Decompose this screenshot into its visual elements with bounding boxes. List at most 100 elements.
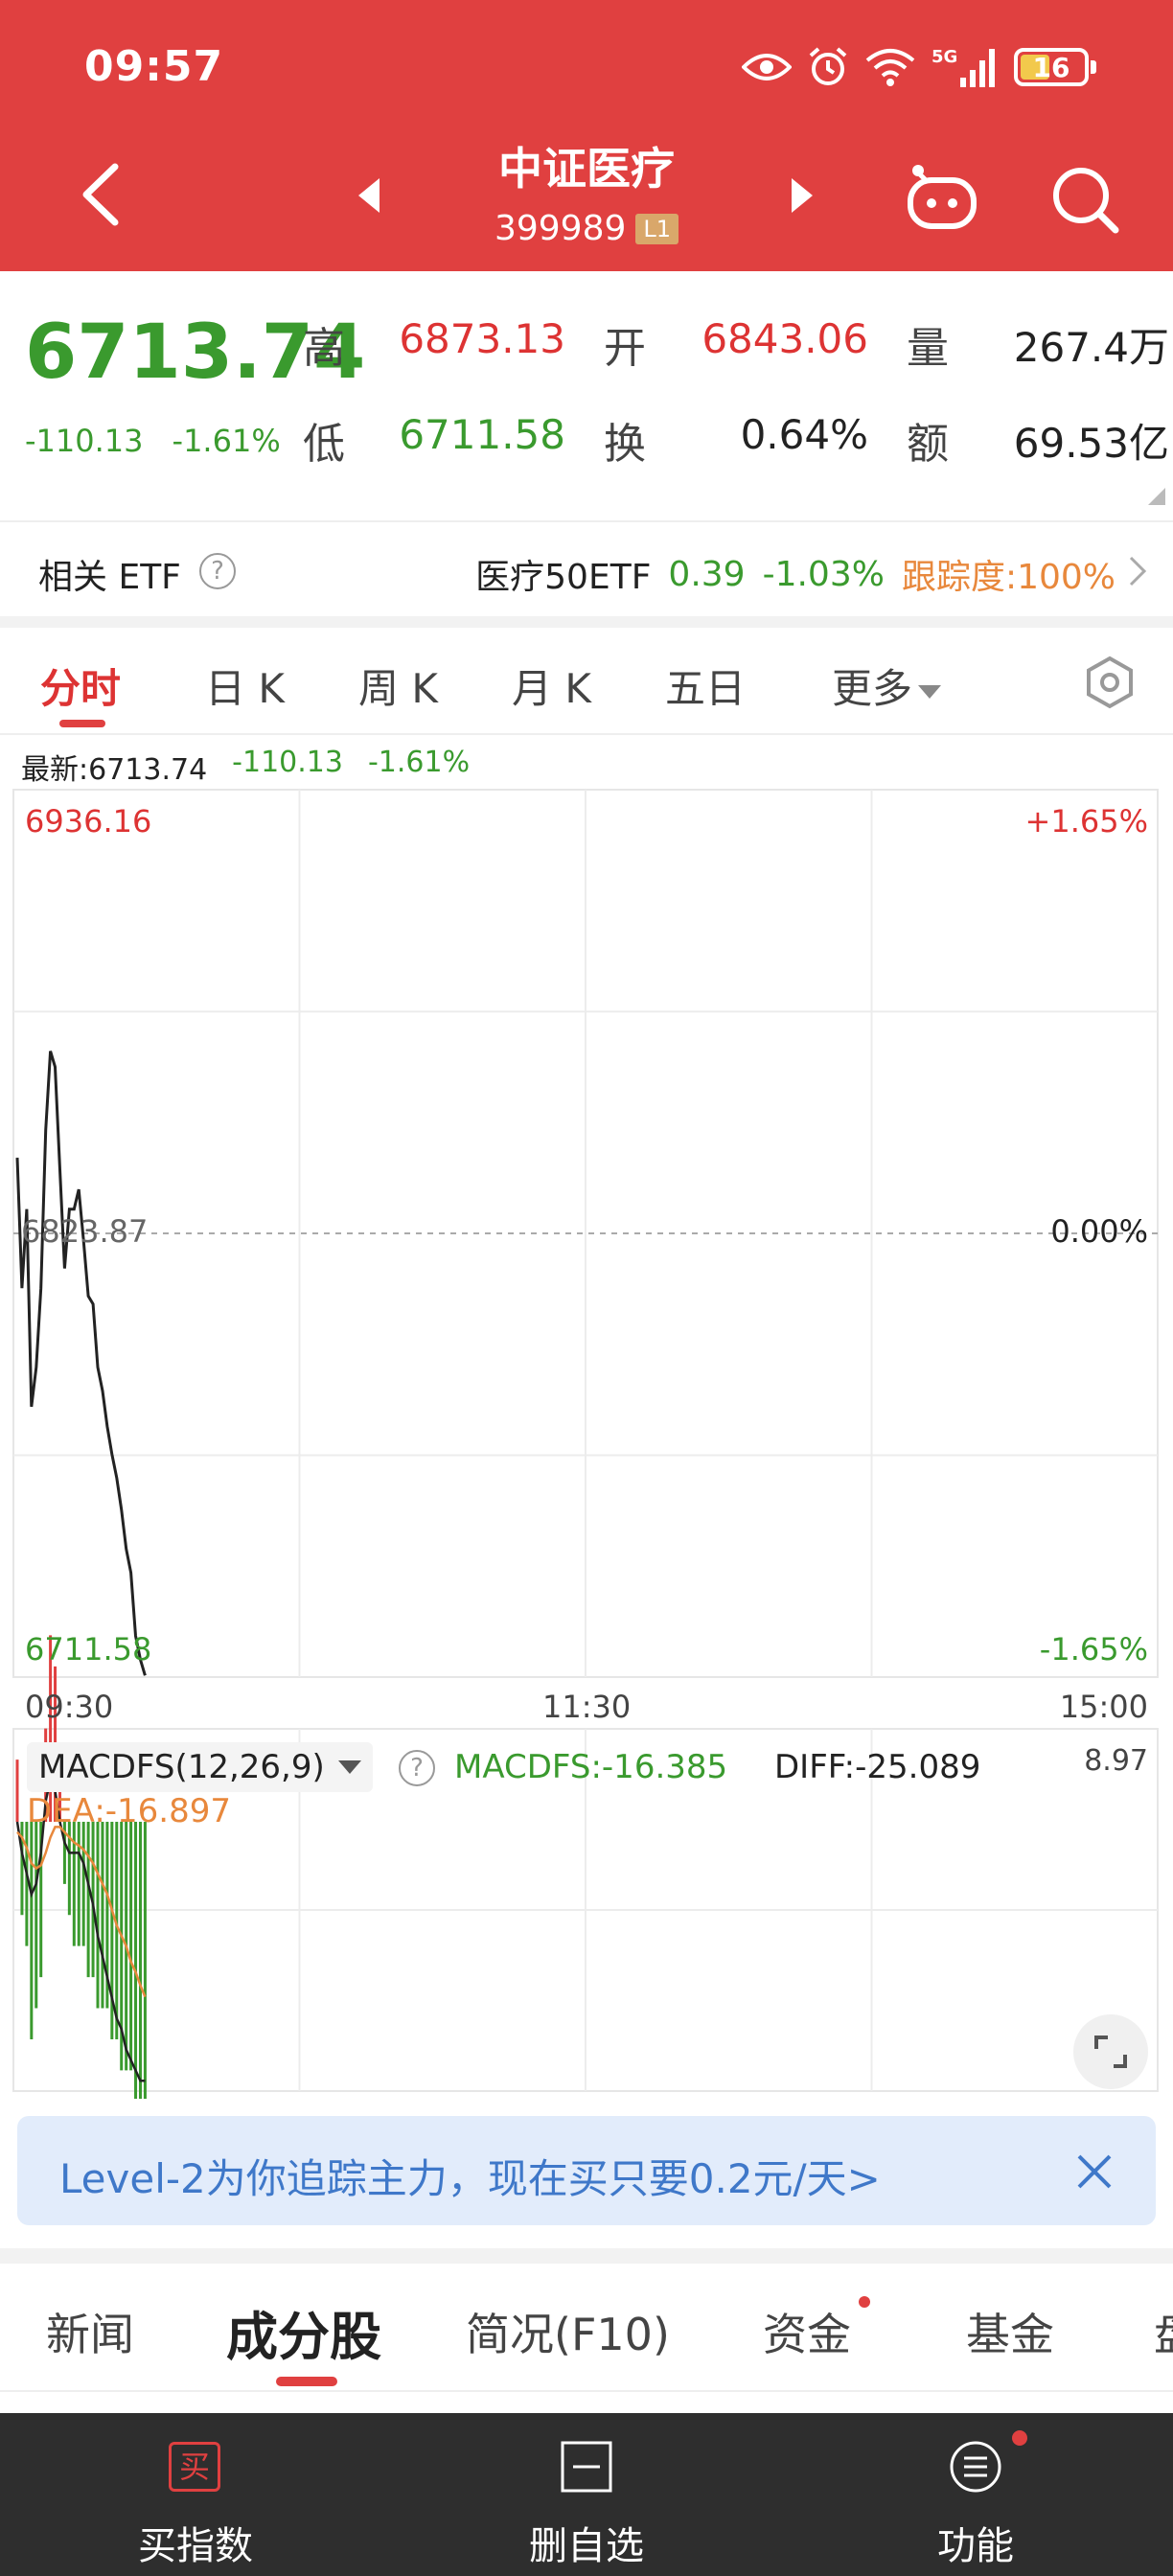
fullscreen-button[interactable] bbox=[1073, 2014, 1148, 2089]
expand-corner-icon[interactable] bbox=[1148, 488, 1165, 505]
etf-tracking: 跟踪度:100% bbox=[901, 558, 1116, 597]
tab-five-day[interactable]: 五日 bbox=[665, 656, 746, 715]
level-badge[interactable]: L1 bbox=[635, 213, 679, 244]
tab-daily-k[interactable]: 日 K bbox=[205, 656, 285, 715]
quote-panel: 6713.74 -110.13 -1.61% 高 6873.13 开 6843.… bbox=[0, 271, 1173, 520]
alarm-icon bbox=[809, 47, 847, 85]
buy-index-button[interactable]: 买 买指数 bbox=[52, 2413, 339, 2576]
stock-title: 中证医疗 bbox=[498, 143, 675, 195]
stock-code-row: 399989 L1 bbox=[395, 209, 778, 248]
chevron-down-icon bbox=[918, 684, 942, 699]
tab-intraday[interactable]: 分时 bbox=[40, 656, 121, 715]
buy-index-label: 买指数 bbox=[138, 2524, 253, 2568]
content-tabs: 新闻 成分股 简况(F10) 资金 基金 盘 bbox=[0, 2264, 1173, 2392]
chevron-right-icon[interactable] bbox=[1127, 555, 1148, 587]
search-icon[interactable] bbox=[1050, 165, 1119, 234]
wifi-icon bbox=[865, 49, 915, 86]
buy-icon: 买 bbox=[169, 2442, 220, 2492]
status-icons: 5G 16 bbox=[742, 42, 1096, 92]
tab-weekly-k[interactable]: 周 K bbox=[358, 656, 438, 715]
banner-text: Level-2为你追踪主力，现在买只要0.2元/天> bbox=[59, 2155, 881, 2202]
close-icon[interactable] bbox=[1075, 2152, 1114, 2191]
status-bar: 09:57 5G 16 bbox=[0, 0, 1173, 134]
remove-watchlist-label: 删自选 bbox=[529, 2524, 644, 2568]
y-axis-mid: 6823.87 bbox=[21, 1213, 149, 1250]
latest-change: -110.13 bbox=[232, 746, 343, 779]
latest-price: 最新:6713.74 bbox=[21, 753, 208, 787]
tab-more[interactable]: 更多 bbox=[832, 656, 942, 715]
stock-code: 399989 bbox=[494, 209, 627, 248]
latest-info: 最新:6713.74 -110.13 -1.61% bbox=[21, 746, 470, 788]
level2-promo-banner[interactable]: Level-2为你追踪主力，现在买只要0.2元/天> bbox=[17, 2116, 1156, 2225]
notification-dot bbox=[1012, 2430, 1027, 2446]
battery-tip bbox=[1091, 60, 1096, 74]
active-tab-indicator bbox=[59, 720, 105, 727]
bottom-action-bar: 买 买指数 删自选 功能 bbox=[0, 2413, 1173, 2576]
next-stock-icon[interactable] bbox=[788, 176, 816, 215]
macd-indicator-select[interactable]: MACDFS(12,26,9) bbox=[27, 1742, 373, 1792]
tab-profile-f10[interactable]: 简况(F10) bbox=[466, 2300, 670, 2363]
remove-watchlist-button[interactable]: 删自选 bbox=[443, 2413, 730, 2576]
section-gap bbox=[0, 616, 1173, 628]
fullscreen-icon bbox=[1094, 2036, 1127, 2068]
y-axis-top: 6936.16 bbox=[25, 803, 152, 840]
volume-value: 267.4万 bbox=[1013, 324, 1169, 371]
amount-value: 69.53亿 bbox=[1013, 420, 1169, 467]
chart-settings-icon[interactable] bbox=[1083, 656, 1137, 709]
open-value: 6843.06 bbox=[702, 315, 868, 362]
open-label: 开 bbox=[604, 324, 646, 373]
macdfs-value: MACDFS:-16.385 bbox=[454, 1748, 728, 1786]
x-label-close: 15:00 bbox=[1059, 1689, 1148, 1725]
etf-name: 医疗50ETF bbox=[475, 558, 652, 597]
tab-more-partial[interactable]: 盘 bbox=[1154, 2300, 1173, 2363]
functions-label: 功能 bbox=[937, 2524, 1014, 2568]
back-icon[interactable] bbox=[75, 161, 132, 228]
price-change-pct: -1.61% bbox=[172, 423, 281, 459]
tab-news[interactable]: 新闻 bbox=[46, 2300, 134, 2363]
dea-value: DEA:-16.897 bbox=[27, 1792, 232, 1830]
battery-icon: 16 bbox=[1014, 48, 1089, 86]
network-label: 5G bbox=[932, 47, 957, 67]
pct-axis-mid: 0.00% bbox=[1050, 1213, 1148, 1250]
help-icon[interactable]: ? bbox=[199, 553, 236, 589]
tab-constituents[interactable]: 成分股 bbox=[226, 2294, 381, 2370]
amount-label: 额 bbox=[907, 420, 949, 469]
y-axis-bottom: 6711.58 bbox=[25, 1631, 152, 1668]
signal-5g-icon: 5G bbox=[932, 47, 995, 87]
volume-label: 量 bbox=[907, 324, 949, 373]
high-label: 高 bbox=[303, 324, 345, 373]
pct-axis-bottom: -1.65% bbox=[1039, 1631, 1148, 1668]
battery-level: 16 bbox=[1032, 51, 1070, 83]
tab-more-label: 更多 bbox=[832, 665, 913, 712]
pct-axis-top: +1.65% bbox=[1024, 803, 1148, 840]
price-change-row: -110.13 -1.61% bbox=[25, 423, 281, 459]
turnover-label: 换 bbox=[604, 420, 646, 469]
chevron-down-icon bbox=[337, 1760, 361, 1774]
section-gap bbox=[0, 2248, 1173, 2264]
related-etf-label: 相关 ETF bbox=[38, 558, 181, 597]
intraday-chart[interactable] bbox=[0, 786, 1173, 2099]
tab-fund[interactable]: 基金 bbox=[966, 2300, 1054, 2363]
tab-capital[interactable]: 资金 bbox=[763, 2300, 851, 2363]
notification-dot bbox=[859, 2296, 870, 2308]
robot-assistant-icon[interactable] bbox=[905, 163, 979, 230]
price-line bbox=[15, 1050, 147, 1676]
latest-change-pct: -1.61% bbox=[367, 746, 471, 779]
period-tabs: 分时 日 K 周 K 月 K 五日 更多 bbox=[0, 628, 1173, 733]
header: 09:57 5G 16 中证医疗 399989 L1 bbox=[0, 0, 1173, 271]
etf-info: 医疗50ETF 0.39 -1.03% 跟踪度:100% bbox=[475, 549, 1116, 599]
eye-icon bbox=[742, 54, 792, 80]
high-value: 6873.13 bbox=[399, 315, 565, 362]
divider bbox=[0, 2390, 1173, 2392]
chart-grid bbox=[12, 789, 1159, 1678]
price-change: -110.13 bbox=[25, 423, 144, 459]
prev-stock-icon[interactable] bbox=[355, 176, 383, 215]
etf-price: 0.39 bbox=[668, 554, 746, 594]
macd-help-icon[interactable]: ? bbox=[399, 1750, 435, 1786]
x-label-open: 09:30 bbox=[25, 1689, 114, 1725]
turnover-value: 0.64% bbox=[740, 411, 868, 458]
tab-monthly-k[interactable]: 月 K bbox=[512, 656, 591, 715]
related-etf-row[interactable]: 相关 ETF ? 医疗50ETF 0.39 -1.03% 跟踪度:100% bbox=[0, 520, 1173, 616]
divider bbox=[0, 733, 1173, 735]
functions-button[interactable]: 功能 bbox=[832, 2413, 1119, 2576]
